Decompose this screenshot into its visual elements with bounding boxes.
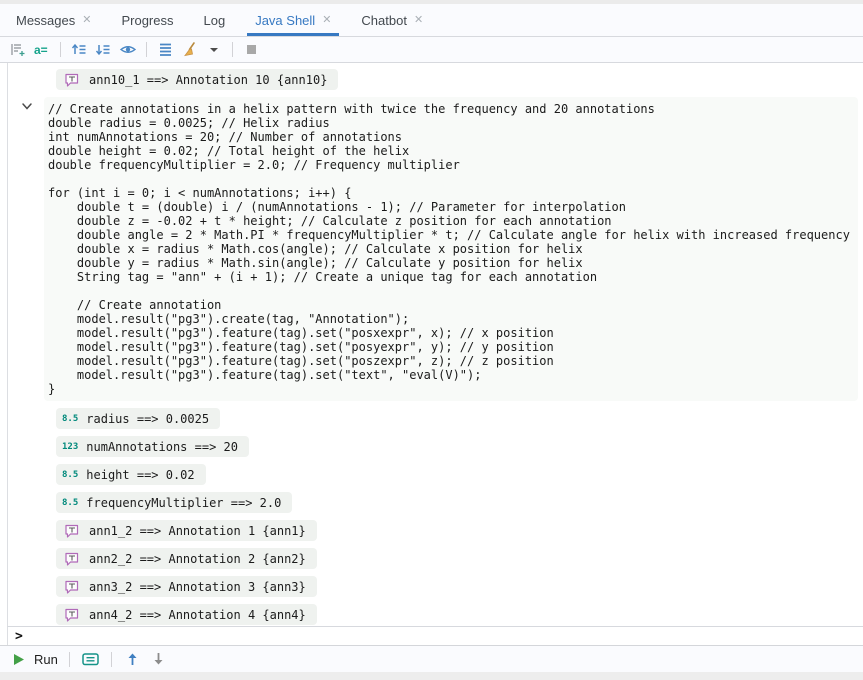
- toolbar-separator: [69, 652, 70, 667]
- result-row: ann4_2 ==> Annotation 4 {ann4}: [56, 604, 317, 625]
- toolbar-separator: [111, 652, 112, 667]
- result-row: 8.5 frequencyMultiplier ==> 2.0: [56, 492, 292, 513]
- run-play-icon[interactable]: [9, 650, 28, 669]
- result-text: ann3_2 ==> Annotation 3 {ann3}: [89, 580, 306, 594]
- result-text: ann10_1 ==> Annotation 10 {ann10}: [89, 73, 327, 87]
- results-list: 8.5 radius ==> 0.0025 123 numAnnotations ==…: [8, 408, 863, 625]
- result-text: ann4_2 ==> Annotation 4 {ann4}: [89, 608, 306, 622]
- console-icon[interactable]: [81, 650, 100, 669]
- result-row: 8.5 height ==> 0.02: [56, 464, 206, 485]
- result-row: ann2_2 ==> Annotation 2 {ann2}: [56, 548, 317, 569]
- collapse-chevron-icon[interactable]: [19, 98, 35, 114]
- result-text: radius ==> 0.0025: [86, 412, 209, 426]
- annotation-icon: [62, 70, 81, 89]
- result-text: ann2_2 ==> Annotation 2 {ann2}: [89, 552, 306, 566]
- result-row: 123 numAnnotations ==> 20: [56, 436, 249, 457]
- result-text: ann1_2 ==> Annotation 1 {ann1}: [89, 524, 306, 538]
- tab-bar: Messages ✕ Progress Log Java Shell ✕ Chatbot ✕: [0, 4, 863, 36]
- tab-close-icon[interactable]: ✕: [82, 15, 91, 26]
- annotation-icon: [62, 521, 81, 540]
- code-block: // Create annotations in a helix pattern…: [44, 97, 858, 401]
- console-toolbar: a=: [0, 37, 863, 62]
- toolbar-separator: [60, 42, 61, 57]
- tab-close-icon[interactable]: ✕: [322, 15, 331, 26]
- java-shell-window: Messages✕ProgressLogJava Shell✕Chatbot✕ …: [0, 0, 863, 680]
- annotation-icon: [62, 605, 81, 624]
- tab-label: Progress: [121, 13, 173, 28]
- list-add-icon[interactable]: [8, 40, 27, 59]
- tab-label: Log: [204, 13, 226, 28]
- result-text: numAnnotations ==> 20: [86, 440, 238, 454]
- result-row: 8.5 radius ==> 0.0025: [56, 408, 220, 429]
- result-text: height ==> 0.02: [86, 468, 194, 482]
- double-type-icon: 8.5: [62, 414, 78, 424]
- tab-label: Java Shell: [255, 13, 315, 28]
- arrow-up-icon[interactable]: [123, 650, 142, 669]
- clear-broom-icon[interactable]: [180, 40, 199, 59]
- annotation-icon: [62, 577, 81, 596]
- tab-java-shell[interactable]: Java Shell ✕: [245, 4, 341, 36]
- double-type-icon: 8.5: [62, 470, 78, 480]
- show-values-icon[interactable]: a=: [32, 40, 51, 59]
- arrow-down-icon[interactable]: [149, 650, 168, 669]
- eye-icon[interactable]: [118, 40, 137, 59]
- svg-text:a=: a=: [34, 43, 48, 57]
- result-row: ann1_2 ==> Annotation 1 {ann1}: [56, 520, 317, 541]
- int-type-icon: 123: [62, 442, 78, 452]
- result-row: ann10_1 ==> Annotation 10 {ann10}: [56, 69, 338, 90]
- stop-icon[interactable]: [242, 40, 261, 59]
- scroll-down-icon[interactable]: [94, 40, 113, 59]
- result-text: frequencyMultiplier ==> 2.0: [86, 496, 281, 510]
- toolbar-separator: [232, 42, 233, 57]
- annotation-icon: [62, 549, 81, 568]
- code-block-wrap: // Create annotations in a helix pattern…: [44, 97, 858, 401]
- tab-label: Messages: [16, 13, 75, 28]
- tab-chatbot[interactable]: Chatbot ✕: [351, 4, 433, 36]
- double-type-icon: 8.5: [62, 498, 78, 508]
- prompt-input-line[interactable]: >: [7, 626, 863, 645]
- result-row: ann3_2 ==> Annotation 3 {ann3}: [56, 576, 317, 597]
- console-panel: ann10_1 ==> Annotation 10 {ann10} // Cre…: [0, 62, 863, 645]
- previous-result-slot: ann10_1 ==> Annotation 10 {ann10}: [8, 69, 863, 90]
- wrap-lines-icon[interactable]: [156, 40, 175, 59]
- run-button-label[interactable]: Run: [34, 652, 58, 667]
- tab-close-icon[interactable]: ✕: [414, 15, 423, 26]
- tab-messages[interactable]: Messages ✕: [6, 4, 101, 36]
- run-bar: Run: [0, 645, 863, 672]
- console-output-area: ann10_1 ==> Annotation 10 {ann10} // Cre…: [7, 63, 863, 626]
- window-bottom-strip: [0, 672, 863, 680]
- scroll-up-icon[interactable]: [70, 40, 89, 59]
- caret-down-icon[interactable]: [204, 40, 223, 59]
- tab-label: Chatbot: [361, 13, 407, 28]
- tab-progress[interactable]: Progress: [111, 4, 183, 36]
- toolbar-separator: [146, 42, 147, 57]
- prompt-symbol: >: [15, 629, 23, 644]
- tab-log[interactable]: Log: [194, 4, 236, 36]
